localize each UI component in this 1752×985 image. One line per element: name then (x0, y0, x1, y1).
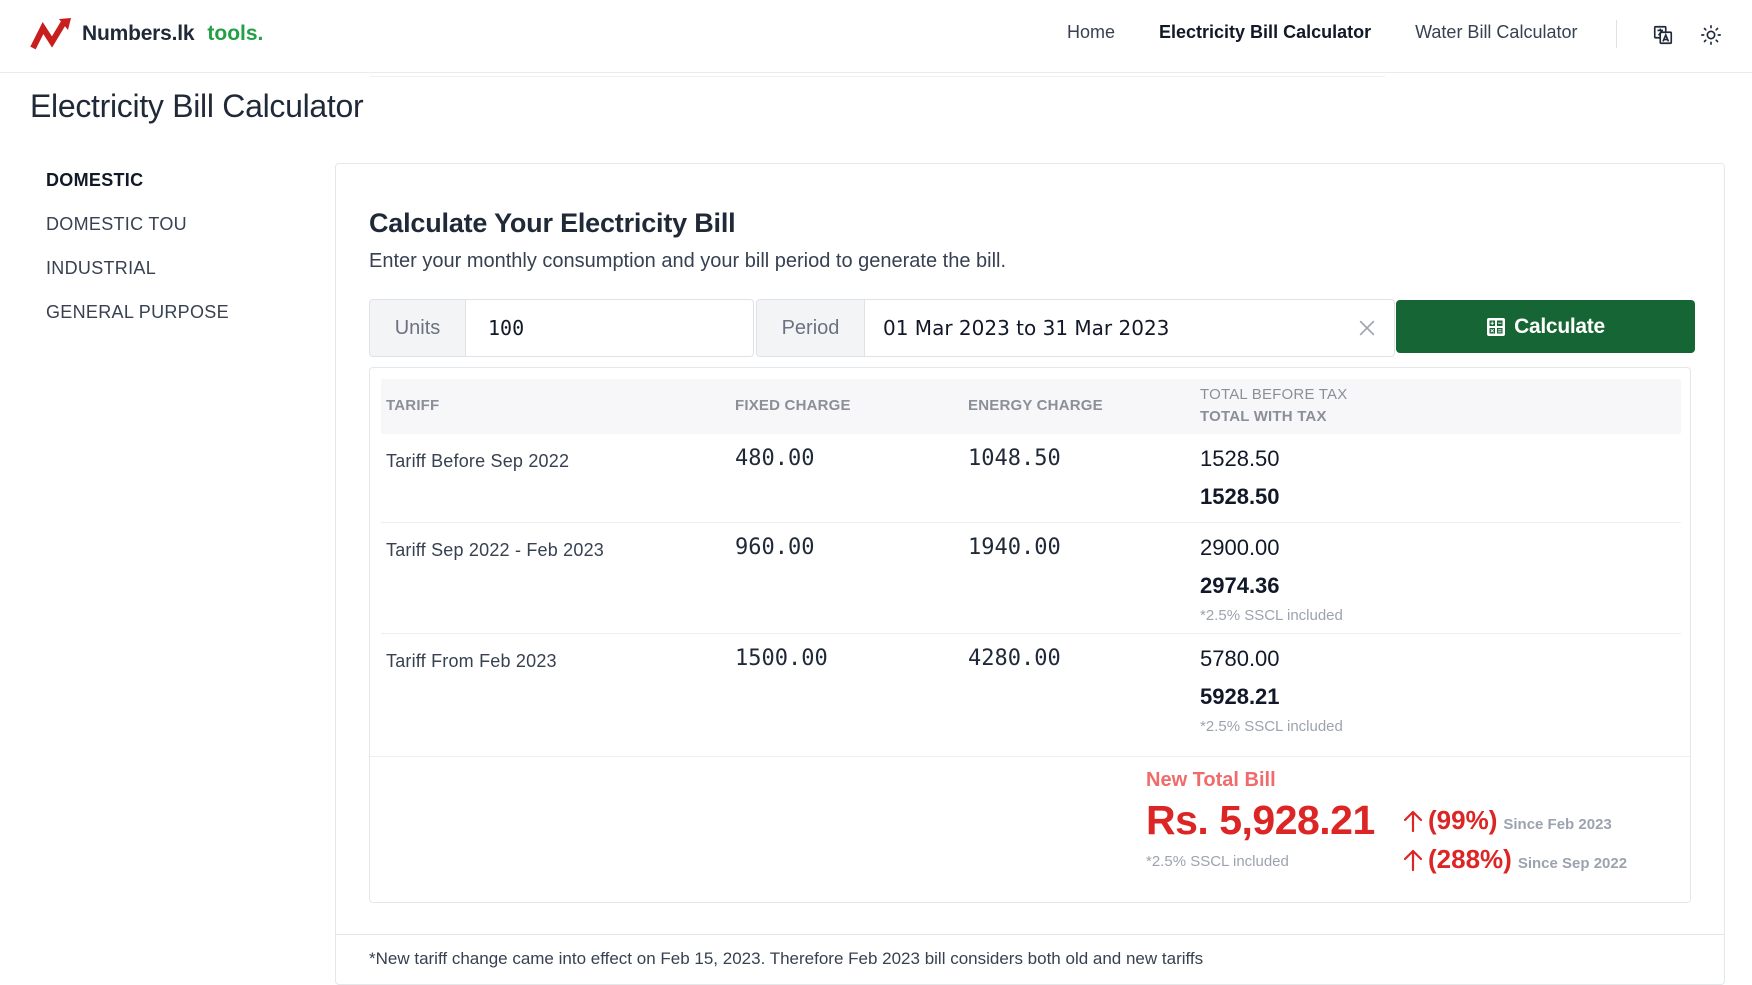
navbar: Numbers.lk tools. Home Electricity Bill C… (0, 0, 1752, 73)
brand-name: Numbers.lk (82, 22, 195, 45)
row-sscl-note: *2.5% SSCL included (1200, 718, 1343, 735)
translate-icon (1653, 25, 1673, 45)
period-input[interactable]: 01 Mar 2023 to 31 Mar 2023 (865, 299, 1395, 357)
calculate-button[interactable]: Calculate (1396, 300, 1695, 353)
header-underline (370, 73, 1385, 77)
units-label: Units (369, 299, 466, 357)
row-total-with-tax: 2974.36 (1200, 573, 1280, 598)
results-panel: TARIFF FIXED CHARGE ENERGY CHARGE TOTAL … (369, 367, 1691, 903)
header-total-with-tax: TOTAL WITH TAX (1200, 408, 1327, 425)
row-energy-charge: 4280.00 (968, 646, 1061, 671)
new-total-bill-label: New Total Bill (1146, 769, 1276, 791)
change-since-label: Since Sep 2022 (1517, 855, 1628, 872)
sun-icon (1701, 25, 1721, 45)
row-total-before-tax: 1528.50 (1200, 446, 1280, 471)
input-row: Units 100 Period 01 Mar 2023 to 31 Mar 2… (369, 299, 1695, 357)
row-tariff: Tariff Sep 2022 - Feb 2023 (386, 540, 605, 560)
header-energy-charge: ENERGY CHARGE (968, 397, 1103, 414)
row-fixed-charge: 960.00 (735, 535, 815, 560)
page-title: Electricity Bill Calculator (30, 88, 364, 124)
row-energy-charge: 1940.00 (968, 535, 1061, 560)
arrow-up-icon (1403, 810, 1423, 832)
nav-electricity-bill-calculator[interactable]: Electricity Bill Calculator (1159, 22, 1371, 43)
calculate-label: Calculate (1514, 314, 1605, 338)
brand-suffix: tools. (207, 22, 264, 45)
brand[interactable]: Numbers.lk tools. (30, 16, 263, 52)
sidebar-item-domestic-tou[interactable]: DOMESTIC TOU (46, 214, 229, 234)
header-tariff: TARIFF (386, 397, 440, 414)
row-fixed-charge: 1500.00 (735, 646, 828, 671)
row-energy-charge: 1048.50 (968, 446, 1061, 471)
header-total-before-tax: TOTAL BEFORE TAX (1200, 386, 1348, 403)
change-percent: (99%) (1428, 805, 1498, 835)
sidebar-item-domestic[interactable]: DOMESTIC (46, 170, 229, 190)
logo-icon (30, 18, 71, 50)
table-row: Tariff From Feb 2023 1500.00 4280.00 578… (381, 634, 1681, 756)
nav-divider (1616, 20, 1617, 48)
card-title: Calculate Your Electricity Bill (369, 208, 736, 238)
row-tariff: Tariff From Feb 2023 (386, 651, 557, 671)
period-value: 01 Mar 2023 to 31 Mar 2023 (883, 316, 1170, 340)
theme-toggle-button[interactable] (1696, 20, 1726, 50)
row-sscl-note: *2.5% SSCL included (1200, 607, 1343, 624)
change-since-sep-2022: (288%) Since Sep 2022 (1402, 844, 1627, 875)
card-subtitle: Enter your monthly consumption and your … (369, 250, 1007, 272)
row-total-before-tax: 5780.00 (1200, 646, 1280, 671)
sidebar: DOMESTIC DOMESTIC TOU INDUSTRIAL GENERAL… (46, 170, 229, 346)
row-total-with-tax: 1528.50 (1200, 484, 1280, 509)
tariff-footnote: *New tariff change came into effect on F… (336, 934, 1724, 984)
nav-water-bill-calculator[interactable]: Water Bill Calculator (1415, 22, 1577, 43)
row-tariff: Tariff Before Sep 2022 (386, 451, 570, 471)
nav-home[interactable]: Home (1067, 22, 1115, 43)
row-fixed-charge: 480.00 (735, 446, 815, 471)
calculator-card: Calculate Your Electricity Bill Enter yo… (335, 163, 1725, 985)
close-icon[interactable] (1356, 317, 1378, 339)
summary-sscl-note: *2.5% SSCL included (1146, 853, 1289, 870)
row-total-with-tax: 5928.21 (1200, 684, 1280, 709)
change-since-feb-2023: (99%) Since Feb 2023 (1402, 805, 1612, 836)
table-row: Tariff Sep 2022 - Feb 2023 960.00 1940.0… (381, 523, 1681, 634)
tariff-table: TARIFF FIXED CHARGE ENERGY CHARGE TOTAL … (381, 379, 1681, 756)
sidebar-item-industrial[interactable]: INDUSTRIAL (46, 258, 229, 278)
table-header: TARIFF FIXED CHARGE ENERGY CHARGE TOTAL … (381, 379, 1681, 434)
change-percent: (288%) (1428, 844, 1512, 874)
translate-button[interactable] (1648, 20, 1678, 50)
nav-links: Home Electricity Bill Calculator Water B… (1067, 22, 1621, 43)
units-input[interactable]: 100 (466, 299, 754, 357)
bill-summary: New Total Bill Rs. 5,928.21 *2.5% SSCL i… (370, 756, 1690, 902)
row-total-before-tax: 2900.00 (1200, 535, 1280, 560)
header-fixed-charge: FIXED CHARGE (735, 397, 851, 414)
period-label: Period (756, 299, 865, 357)
change-since-label: Since Feb 2023 (1503, 816, 1612, 833)
sidebar-item-general-purpose[interactable]: GENERAL PURPOSE (46, 302, 229, 322)
new-total-bill-value: Rs. 5,928.21 (1146, 797, 1375, 843)
calculator-icon (1487, 317, 1506, 336)
table-row: Tariff Before Sep 2022 480.00 1048.50 15… (381, 434, 1681, 523)
arrow-up-icon (1403, 849, 1423, 871)
